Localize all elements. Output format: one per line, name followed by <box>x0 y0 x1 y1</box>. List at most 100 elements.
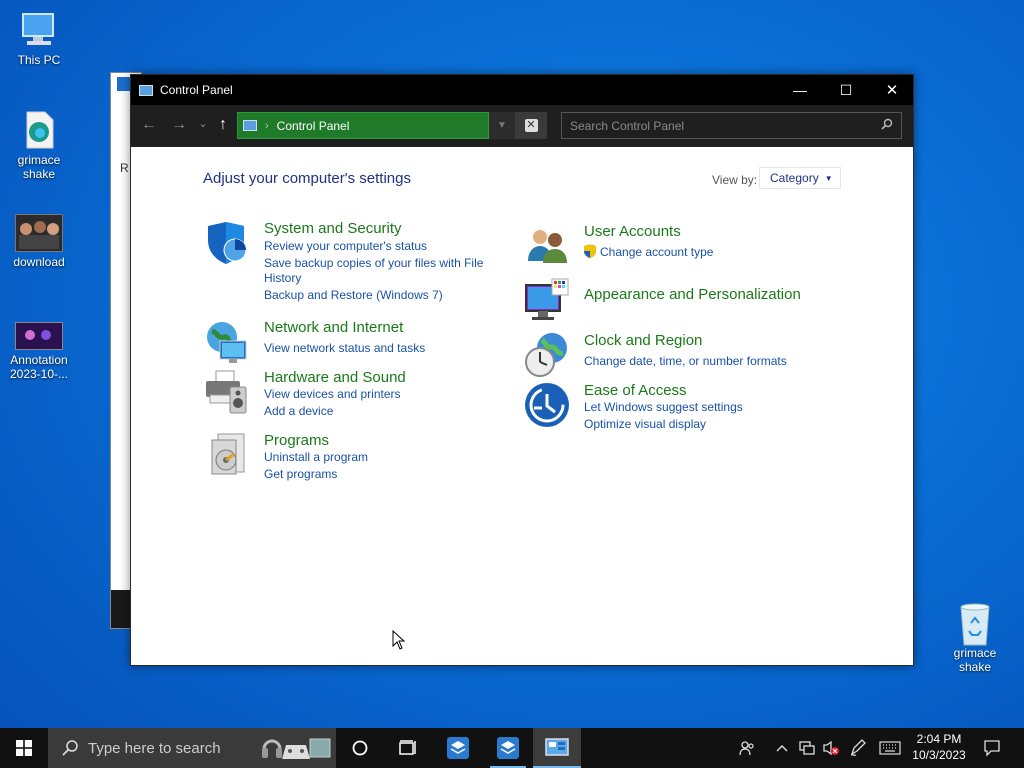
desktop-icon-download[interactable]: download <box>1 214 77 269</box>
network-internet-link[interactable]: Network and Internet <box>264 319 403 336</box>
taskbar: Type here to search 2:04 PM 10/3/2023 <box>0 728 1024 768</box>
users-icon <box>524 223 570 269</box>
control-panel-content: Adjust your computer's settings View by:… <box>131 147 913 665</box>
backup-restore-link[interactable]: Backup and Restore (Windows 7) <box>264 288 443 303</box>
programs-link[interactable]: Programs <box>264 432 329 449</box>
search-placeholder: Search Control Panel <box>570 118 685 133</box>
taskbar-clock[interactable]: 2:04 PM 10/3/2023 <box>908 731 970 763</box>
edge-file-icon <box>19 110 59 150</box>
recent-locations-icon[interactable]: ⌄ <box>193 117 213 130</box>
touch-keyboard-button[interactable] <box>876 728 904 768</box>
search-input[interactable]: Search Control Panel <box>561 112 902 139</box>
get-programs-link[interactable]: Get programs <box>264 467 337 482</box>
back-arrow-icon[interactable]: ← <box>139 116 159 134</box>
clock-region-link[interactable]: Clock and Region <box>584 332 702 349</box>
cortana-circle-icon <box>352 740 368 756</box>
system-security-link[interactable]: System and Security <box>264 220 402 237</box>
background-window-text: R <box>120 161 129 175</box>
change-account-type-link[interactable]: Change account type <box>600 245 713 260</box>
desktop-icon-label: download <box>13 255 65 269</box>
search-highlights-icon <box>260 733 332 763</box>
taskbar-search-placeholder: Type here to search <box>88 739 221 757</box>
add-device-link[interactable]: Add a device <box>264 404 333 419</box>
search-icon <box>62 740 78 756</box>
date-time-formats-link[interactable]: Change date, time, or number formats <box>584 354 787 369</box>
network-wired-icon <box>799 741 815 755</box>
control-panel-icon <box>243 120 257 131</box>
people-button[interactable] <box>734 728 760 768</box>
image-thumbnail-icon <box>15 214 63 252</box>
search-icon[interactable] <box>881 118 893 133</box>
review-status-link[interactable]: Review your computer's status <box>264 239 427 254</box>
show-hidden-icons-button[interactable] <box>772 728 792 768</box>
desktop-icon-label: This PC <box>17 53 61 67</box>
taskbar-search-box[interactable]: Type here to search <box>48 728 336 768</box>
volume-muted-icon <box>823 740 839 756</box>
user-accounts-link[interactable]: User Accounts <box>584 223 681 240</box>
optimize-display-link[interactable]: Optimize visual display <box>584 417 706 432</box>
devices-printers-link[interactable]: View devices and printers <box>264 387 401 402</box>
address-dropdown-icon[interactable]: ▼ <box>489 112 515 139</box>
network-status-link[interactable]: View network status and tasks <box>264 341 425 356</box>
address-bar[interactable]: › Control Panel <box>237 112 489 139</box>
up-arrow-icon[interactable]: ↑ <box>213 116 233 134</box>
action-center-button[interactable] <box>978 728 1006 768</box>
desktop-icon-annotation[interactable]: Annotation 2023-10-... <box>1 322 77 381</box>
cortana-button[interactable] <box>336 728 384 768</box>
task-view-icon <box>399 740 416 755</box>
forward-arrow-icon[interactable]: → <box>169 116 189 134</box>
taskbar-app-1[interactable] <box>434 728 482 768</box>
minimize-button[interactable]: — <box>777 75 823 105</box>
pen-icon <box>850 739 866 756</box>
image-thumbnail-icon <box>15 322 63 350</box>
mouse-cursor-icon <box>392 629 406 655</box>
start-button[interactable] <box>0 728 48 768</box>
ease-of-access-link[interactable]: Ease of Access <box>584 382 687 399</box>
navigation-bar: ← → ⌄ ↑ › Control Panel ▼ ✕ Search Contr… <box>131 105 913 147</box>
desktop-icon-this-pc[interactable]: This PC <box>1 10 77 67</box>
desktop-icon-label: Annotation 2023-10-... <box>9 353 69 381</box>
taskbar-app-2[interactable] <box>484 728 532 768</box>
taskbar-control-panel[interactable] <box>533 728 581 768</box>
shield-icon <box>204 220 250 266</box>
people-icon <box>739 741 754 756</box>
clock-date: 10/3/2023 <box>912 748 966 762</box>
network-globe-icon <box>204 319 250 365</box>
pen-workspace-button[interactable] <box>846 728 870 768</box>
close-button[interactable]: ✕ <box>869 75 915 105</box>
desktop-icon-recycle-bin[interactable]: grimace shake <box>937 603 1013 674</box>
chevron-up-icon <box>776 745 788 752</box>
network-tray-button[interactable] <box>796 728 818 768</box>
suggest-settings-link[interactable]: Let Windows suggest settings <box>584 400 743 415</box>
app-box-icon <box>497 737 519 759</box>
hardware-sound-link[interactable]: Hardware and Sound <box>264 369 406 386</box>
desktop-icon-grimace-shake[interactable]: grimace shake <box>1 110 77 181</box>
breadcrumb-separator: › <box>265 119 269 132</box>
printer-icon <box>204 369 250 415</box>
clock-time: 2:04 PM <box>916 732 962 746</box>
monitor-icon <box>19 10 59 50</box>
uninstall-program-link[interactable]: Uninstall a program <box>264 450 368 465</box>
display-palette-icon <box>524 277 570 323</box>
keyboard-icon <box>879 741 901 755</box>
maximize-button[interactable]: ☐ <box>823 75 869 105</box>
file-history-link-cont[interactable]: History <box>264 271 301 286</box>
ease-of-access-icon <box>524 382 570 428</box>
task-view-button[interactable] <box>384 728 432 768</box>
appearance-personalization-link[interactable]: Appearance and Personalization <box>584 286 801 303</box>
clear-address-button[interactable]: ✕ <box>515 112 547 139</box>
file-history-link[interactable]: Save backup copies of your files with Fi… <box>264 256 483 271</box>
clock-globe-icon <box>524 332 570 378</box>
view-by-value: Category <box>770 171 819 185</box>
page-title: Adjust your computer's settings <box>203 170 411 187</box>
title-bar[interactable]: Control Panel — ☐ ✕ <box>131 75 913 105</box>
view-by-dropdown[interactable]: Category ▼ <box>759 167 841 189</box>
chevron-down-icon: ▼ <box>824 173 833 183</box>
control-panel-icon <box>545 738 569 756</box>
volume-tray-button[interactable] <box>820 728 842 768</box>
window-title: Control Panel <box>160 83 233 97</box>
control-panel-window[interactable]: Control Panel — ☐ ✕ ← → ⌄ ↑ › Control Pa… <box>130 74 914 666</box>
app-box-icon <box>447 737 469 759</box>
address-text: Control Panel <box>276 118 350 133</box>
uac-shield-icon <box>583 244 597 258</box>
